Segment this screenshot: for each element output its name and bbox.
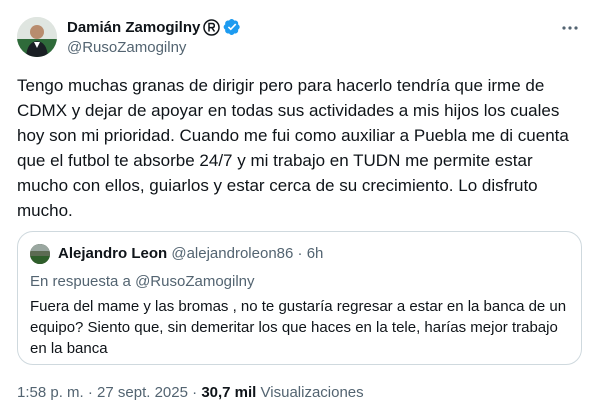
quote-author-handle[interactable]: @alejandroleon86: [171, 245, 293, 262]
quote-time[interactable]: 6h: [307, 245, 324, 262]
reply-to-handle[interactable]: @RusoZamogilny: [135, 273, 254, 290]
quote-text: Fuera del mame y las bromas , no te gust…: [30, 298, 567, 357]
author-avatar[interactable]: [17, 17, 57, 57]
quote-author-avatar[interactable]: [30, 244, 50, 264]
more-options-icon[interactable]: [560, 18, 580, 38]
footer-separator: ·: [87, 384, 93, 401]
quote-reply-context: En respuesta a @RusoZamogilny: [30, 273, 255, 291]
registered-icon: [203, 18, 221, 36]
tweet-time[interactable]: 1:58 p. m.: [17, 384, 84, 401]
tweet-footer: 1:58 p. m. · 27 sept. 2025 · 30,7 mil Vi…: [17, 384, 364, 401]
reply-prefix: En respuesta a: [30, 273, 131, 290]
tweet-text: Tengo muchas granas de dirigir pero para…: [17, 76, 569, 220]
quote-author-name[interactable]: Alejandro Leon: [58, 245, 167, 262]
author-name[interactable]: Damián Zamogilny: [67, 19, 200, 36]
tweet-date[interactable]: 27 sept. 2025: [97, 384, 188, 401]
views-label: Visualizaciones: [260, 384, 364, 401]
verified-badge-icon[interactable]: [223, 18, 241, 36]
author-name-row: Damián Zamogilny: [67, 17, 241, 37]
views-count: 30,7 mil: [201, 384, 257, 401]
quote-separator: ·: [297, 245, 303, 262]
author-handle[interactable]: @RusoZamogilny: [67, 39, 186, 56]
footer-separator-2: ·: [192, 384, 198, 401]
quote-header: Alejandro Leon @alejandroleon86 · 6h: [58, 245, 323, 263]
quoted-tweet[interactable]: Alejandro Leon @alejandroleon86 · 6h En …: [17, 231, 582, 365]
